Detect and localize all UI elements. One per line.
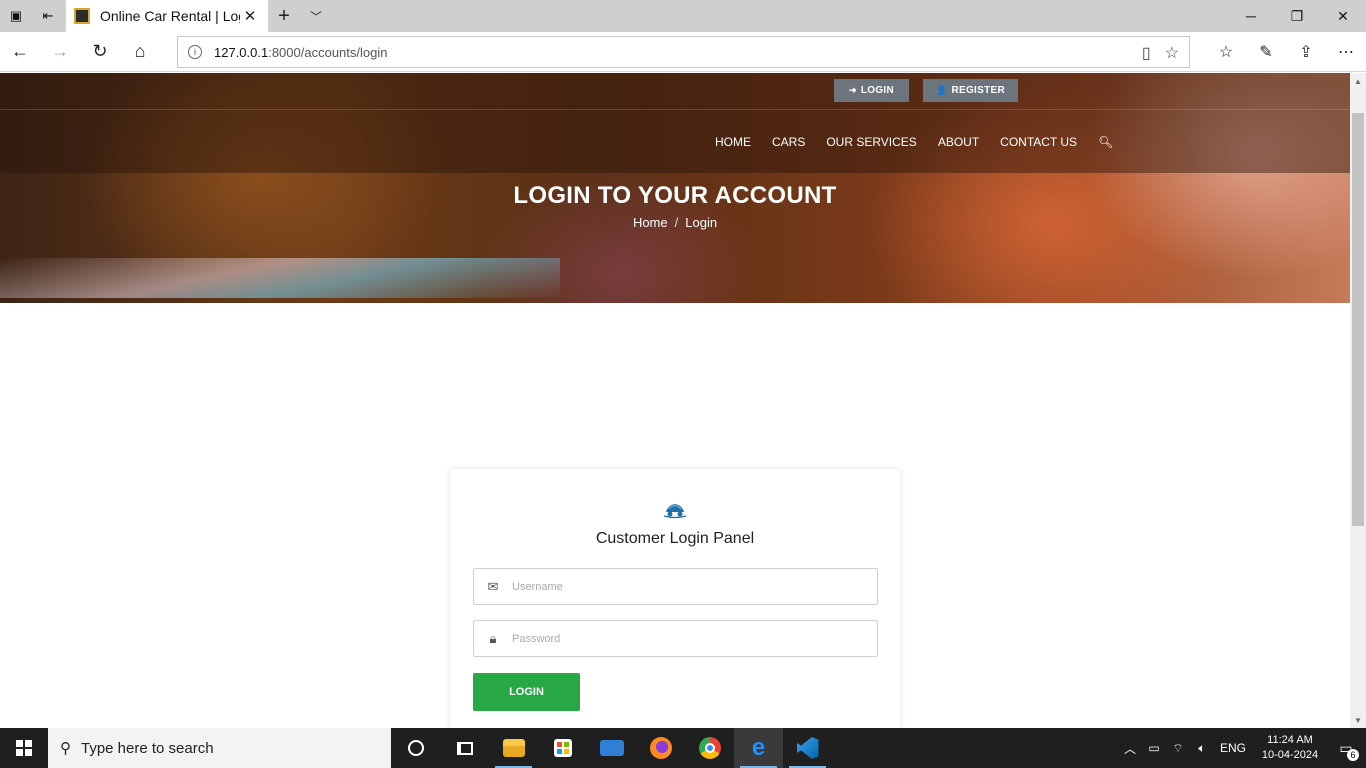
top-register-label: REGISTER bbox=[951, 85, 1006, 96]
breadcrumb-current: Login bbox=[685, 215, 718, 230]
task-view-icon[interactable] bbox=[440, 728, 489, 768]
reading-view-icon[interactable]: ▯ bbox=[1142, 43, 1151, 63]
language-indicator[interactable]: ENG bbox=[1220, 741, 1246, 755]
login-submit-button[interactable]: LOGIN bbox=[473, 673, 580, 711]
page-title: LOGIN TO YOUR ACCOUNT bbox=[513, 182, 837, 209]
top-register-button[interactable]: 👤 REGISTER bbox=[923, 79, 1018, 102]
sign-in-icon: ➜ bbox=[848, 85, 857, 95]
menu-item-contact-us[interactable]: CONTACT US bbox=[1000, 135, 1077, 149]
breadcrumb-separator: / bbox=[674, 215, 679, 230]
share-icon[interactable]: ⇪ bbox=[1286, 32, 1326, 72]
address-host: 127.0.0.1 bbox=[214, 44, 269, 60]
windows-logo-icon bbox=[16, 740, 32, 756]
header-overlay bbox=[0, 73, 1350, 173]
password-input[interactable] bbox=[512, 623, 877, 654]
taskbar-search-placeholder: Type here to search bbox=[81, 739, 214, 757]
file-explorer-icon[interactable] bbox=[489, 728, 538, 768]
home-icon[interactable]: ⌂ bbox=[120, 32, 160, 72]
tab-close-icon[interactable]: ✕ bbox=[240, 7, 260, 25]
browser-tab-bar: ▣ ⇤ Online Car Rental | Logi ✕ + ﹀ ─ ❐ ✕ bbox=[0, 0, 1366, 32]
hero-light-streak bbox=[0, 258, 560, 298]
pen-notes-icon[interactable]: ✎ bbox=[1246, 32, 1286, 72]
edge-icon[interactable]: e bbox=[734, 728, 783, 768]
search-icon[interactable]: 🔍︎ bbox=[1098, 135, 1113, 149]
main-menu: HOME CARS OUR SERVICES ABOUT CONTACT US … bbox=[715, 135, 1113, 149]
browser-tab-active[interactable]: Online Car Rental | Logi ✕ bbox=[66, 0, 268, 32]
breadcrumb-home[interactable]: Home bbox=[633, 215, 668, 230]
tab-manager-icon[interactable]: ▣ bbox=[0, 0, 32, 32]
page-scrollbar[interactable]: ▲ ▼ bbox=[1350, 73, 1366, 728]
breadcrumb: Home / Login bbox=[0, 215, 1350, 230]
show-hidden-icons-chevron-icon[interactable]: ︿ bbox=[1118, 740, 1142, 757]
taskbar-search-box[interactable]: ⚲ Type here to search bbox=[48, 728, 391, 768]
forward-arrow-icon[interactable]: → bbox=[40, 32, 80, 72]
scroll-thumb[interactable] bbox=[1352, 113, 1364, 526]
envelope-icon: ✉ bbox=[487, 578, 499, 594]
action-center-icon[interactable]: ▭ 6 bbox=[1326, 740, 1366, 761]
minimize-icon[interactable]: ─ bbox=[1228, 0, 1274, 32]
system-tray: ︿ ▭ ⌔ 🔈︎ ENG 11:24 AM 10-04-2024 ▭ 6 bbox=[1118, 728, 1366, 768]
battery-icon[interactable]: ▭ bbox=[1142, 741, 1166, 755]
menu-item-about[interactable]: ABOUT bbox=[938, 135, 979, 149]
restore-icon[interactable]: ❐ bbox=[1274, 0, 1320, 32]
clock-time: 11:24 AM bbox=[1267, 734, 1313, 746]
page-viewport: ➜ LOGIN 👤 REGISTER HOME CARS OUR SERVICE… bbox=[0, 73, 1366, 728]
notification-count-badge: 6 bbox=[1347, 748, 1359, 761]
top-login-button[interactable]: ➜ LOGIN bbox=[834, 79, 909, 102]
car-logo-icon bbox=[663, 504, 687, 519]
microsoft-store-icon[interactable] bbox=[538, 728, 587, 768]
clock-date: 10-04-2024 bbox=[1261, 749, 1319, 761]
scroll-up-arrow-icon[interactable]: ▲ bbox=[1350, 73, 1366, 89]
set-aside-tabs-icon[interactable]: ⇤ bbox=[32, 0, 64, 32]
taskbar-clock[interactable]: 11:24 AM 10-04-2024 bbox=[1254, 733, 1326, 763]
menu-item-our-services[interactable]: OUR SERVICES bbox=[826, 135, 916, 149]
login-panel-title: Customer Login Panel bbox=[595, 530, 755, 547]
start-button[interactable] bbox=[0, 728, 48, 768]
new-tab-icon[interactable]: + bbox=[268, 0, 300, 32]
lock-icon: 🔒︎ bbox=[489, 630, 497, 646]
windows-taskbar: ⚲ Type here to search e ︿ ▭ ⌔ 🔈︎ ENG 11:… bbox=[0, 728, 1366, 768]
browser-nav-bar: ← → ↻ ⌂ i 127.0.0.1:8000/accounts/login … bbox=[0, 32, 1366, 72]
site-info-icon[interactable]: i bbox=[188, 45, 202, 59]
refresh-icon[interactable]: ↻ bbox=[80, 32, 120, 72]
scroll-down-arrow-icon[interactable]: ▼ bbox=[1350, 712, 1366, 728]
cortana-icon[interactable] bbox=[391, 728, 440, 768]
favorites-list-icon[interactable]: ☆ bbox=[1206, 32, 1246, 72]
favorite-star-icon[interactable]: ☆ bbox=[1165, 43, 1179, 63]
mail-icon[interactable] bbox=[587, 728, 636, 768]
site-favicon-icon bbox=[74, 8, 90, 24]
volume-icon[interactable]: 🔈︎ bbox=[1190, 741, 1214, 756]
taskbar-apps: e bbox=[391, 728, 832, 768]
menu-item-home[interactable]: HOME bbox=[715, 135, 751, 149]
header-divider bbox=[0, 109, 1350, 110]
address-bar[interactable]: i 127.0.0.1:8000/accounts/login ▯ ☆ bbox=[177, 36, 1190, 68]
address-path: :8000/accounts/login bbox=[268, 44, 388, 60]
back-arrow-icon[interactable]: ← bbox=[0, 32, 40, 72]
user-plus-icon: 👤 bbox=[935, 85, 948, 95]
tab-list-chevron-icon[interactable]: ﹀ bbox=[300, 0, 332, 32]
password-field: 🔒︎ bbox=[473, 620, 878, 657]
firefox-icon[interactable] bbox=[636, 728, 685, 768]
username-input[interactable] bbox=[512, 571, 877, 602]
chrome-icon[interactable] bbox=[685, 728, 734, 768]
vscode-icon[interactable] bbox=[783, 728, 832, 768]
menu-item-cars[interactable]: CARS bbox=[772, 135, 805, 149]
top-login-label: LOGIN bbox=[860, 85, 894, 96]
login-card: Customer Login Panel ✉ 🔒︎ LOGIN bbox=[450, 469, 900, 728]
username-field: ✉ bbox=[473, 568, 878, 605]
more-menu-icon[interactable]: ⋯ bbox=[1326, 32, 1366, 72]
search-icon: ⚲ bbox=[60, 740, 71, 757]
hero-banner: ➜ LOGIN 👤 REGISTER HOME CARS OUR SERVICE… bbox=[0, 73, 1350, 303]
wifi-icon[interactable]: ⌔ bbox=[1166, 741, 1190, 756]
window-close-icon[interactable]: ✕ bbox=[1320, 0, 1366, 32]
tab-title: Online Car Rental | Logi bbox=[100, 8, 240, 24]
